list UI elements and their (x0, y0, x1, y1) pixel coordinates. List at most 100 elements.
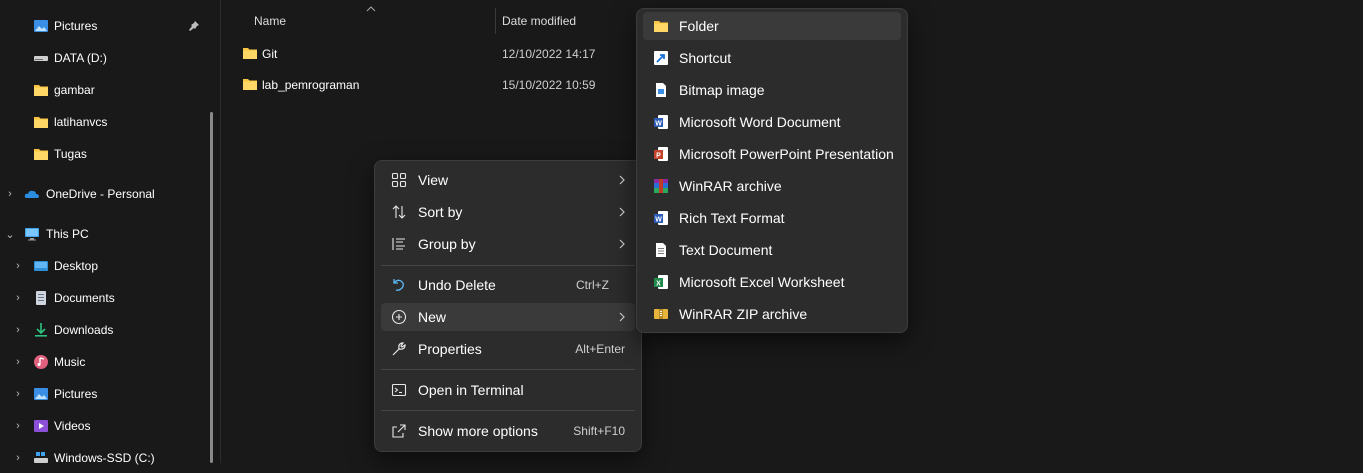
drive-icon (33, 50, 49, 66)
pictures-icon (33, 386, 49, 402)
add-circle-icon (390, 308, 408, 326)
sidebar-item-documents[interactable]: › Documents (0, 283, 210, 313)
submenu-item-winrar-zip-archive[interactable]: WinRAR ZIP archive (643, 300, 901, 328)
text-document-icon (652, 241, 670, 259)
chevron-right-icon[interactable]: › (10, 260, 26, 272)
music-icon (33, 354, 49, 370)
file-date: 15/10/2022 10:59 (502, 78, 596, 92)
new-submenu: Folder Shortcut Bitmap image W Microsoft… (636, 8, 908, 333)
submenu-item-winrar-archive[interactable]: WinRAR archive (643, 172, 901, 200)
undo-icon (390, 276, 408, 294)
menu-item-undo-delete[interactable]: Undo Delete Ctrl+Z (381, 271, 635, 299)
folder-icon (242, 76, 258, 95)
sidebar-item-desktop[interactable]: › Desktop (0, 251, 210, 281)
menu-separator (381, 369, 635, 370)
menu-item-open-in-terminal[interactable]: Open in Terminal (381, 376, 635, 404)
powerpoint-icon: P (652, 145, 670, 163)
chevron-right-icon (619, 175, 625, 185)
context-menu: View Sort by Group by Undo Delete Ctrl+Z… (374, 160, 642, 452)
computer-icon (24, 226, 40, 242)
file-row[interactable]: Git 12/10/2022 14:17 (238, 38, 618, 68)
documents-icon (33, 290, 49, 306)
submenu-item-word-document[interactable]: W Microsoft Word Document (643, 108, 901, 136)
column-header-date-modified[interactable]: Date modified (502, 14, 576, 28)
submenu-item-shortcut[interactable]: Shortcut (643, 44, 901, 72)
menu-item-group-by[interactable]: Group by (381, 230, 635, 258)
sidebar-item-tugas[interactable]: Tugas (0, 139, 210, 169)
chevron-right-icon[interactable]: › (10, 452, 26, 464)
svg-text:W: W (655, 217, 662, 224)
chevron-down-icon[interactable]: ⌄ (2, 228, 18, 241)
menu-item-new[interactable]: New (381, 303, 635, 331)
pane-divider[interactable] (220, 0, 221, 463)
sidebar-item-this-pc[interactable]: ⌄ This PC (0, 219, 210, 249)
videos-icon (33, 418, 49, 434)
winrar-icon (652, 177, 670, 195)
submenu-item-text-document[interactable]: Text Document (643, 236, 901, 264)
submenu-item-folder[interactable]: Folder (643, 12, 901, 40)
menu-item-sort-by[interactable]: Sort by (381, 198, 635, 226)
rtf-icon: W (652, 209, 670, 227)
chevron-right-icon[interactable]: › (10, 388, 26, 400)
sort-ascending-icon (366, 6, 376, 12)
sidebar-item-onedrive[interactable]: › OneDrive - Personal (0, 179, 210, 209)
windows-drive-icon (33, 450, 49, 466)
winrar-zip-icon (652, 305, 670, 323)
sidebar-item-videos[interactable]: › Videos (0, 411, 210, 441)
sidebar-item-latihanvcs[interactable]: latihanvcs (0, 107, 210, 137)
view-grid-icon (390, 171, 408, 189)
bitmap-icon (652, 81, 670, 99)
pin-icon[interactable] (188, 20, 200, 32)
group-list-icon (390, 235, 408, 253)
column-header-name[interactable]: Name (254, 14, 286, 28)
folder-icon (242, 45, 258, 64)
shortcut-icon (652, 49, 670, 67)
folder-icon (33, 114, 49, 130)
folder-icon (33, 82, 49, 98)
menu-separator (381, 265, 635, 266)
desktop-icon (33, 258, 49, 274)
svg-text:P: P (656, 153, 661, 160)
sidebar-scrollbar[interactable] (210, 112, 213, 463)
wrench-icon (390, 340, 408, 358)
sort-icon (390, 203, 408, 221)
chevron-right-icon[interactable]: › (10, 356, 26, 368)
sidebar-item-pictures[interactable]: › Pictures (0, 379, 210, 409)
onedrive-icon (24, 186, 40, 202)
column-divider[interactable] (495, 8, 496, 34)
open-external-icon (390, 422, 408, 440)
terminal-icon (390, 381, 408, 399)
downloads-icon (33, 322, 49, 338)
chevron-right-icon (619, 207, 625, 217)
chevron-right-icon[interactable]: › (10, 420, 26, 432)
file-name: Git (262, 47, 278, 61)
submenu-item-powerpoint[interactable]: P Microsoft PowerPoint Presentation (643, 140, 901, 168)
submenu-item-excel-worksheet[interactable]: X Microsoft Excel Worksheet (643, 268, 901, 296)
sidebar-item-music[interactable]: › Music (0, 347, 210, 377)
pictures-icon (33, 18, 49, 34)
folder-icon (652, 17, 670, 35)
excel-icon: X (652, 273, 670, 291)
menu-item-view[interactable]: View (381, 166, 635, 194)
chevron-right-icon[interactable]: › (10, 292, 26, 304)
chevron-right-icon[interactable]: › (10, 324, 26, 336)
menu-separator (381, 410, 635, 411)
sidebar-item-data-drive[interactable]: DATA (D:) (0, 43, 210, 73)
menu-item-show-more-options[interactable]: Show more options Shift+F10 (381, 417, 635, 445)
svg-text:W: W (655, 121, 662, 128)
word-icon: W (652, 113, 670, 131)
sidebar-item-downloads[interactable]: › Downloads (0, 315, 210, 345)
menu-item-properties[interactable]: Properties Alt+Enter (381, 335, 635, 363)
folder-icon (33, 146, 49, 162)
submenu-item-bitmap-image[interactable]: Bitmap image (643, 76, 901, 104)
chevron-right-icon[interactable]: › (2, 188, 18, 200)
navigation-pane: Pictures DATA (D:) gambar latihanvcs Tug… (0, 0, 213, 465)
sidebar-item-gambar[interactable]: gambar (0, 75, 210, 105)
sidebar-item-windows-ssd[interactable]: › Windows-SSD (C:) (0, 443, 210, 473)
submenu-item-rich-text-format[interactable]: W Rich Text Format (643, 204, 901, 232)
file-row[interactable]: lab_pemrograman 15/10/2022 10:59 (238, 69, 618, 99)
sidebar-item-pictures-quick[interactable]: Pictures (0, 11, 210, 41)
chevron-right-icon (619, 312, 625, 322)
file-name: lab_pemrograman (262, 78, 360, 92)
svg-text:X: X (656, 281, 661, 288)
